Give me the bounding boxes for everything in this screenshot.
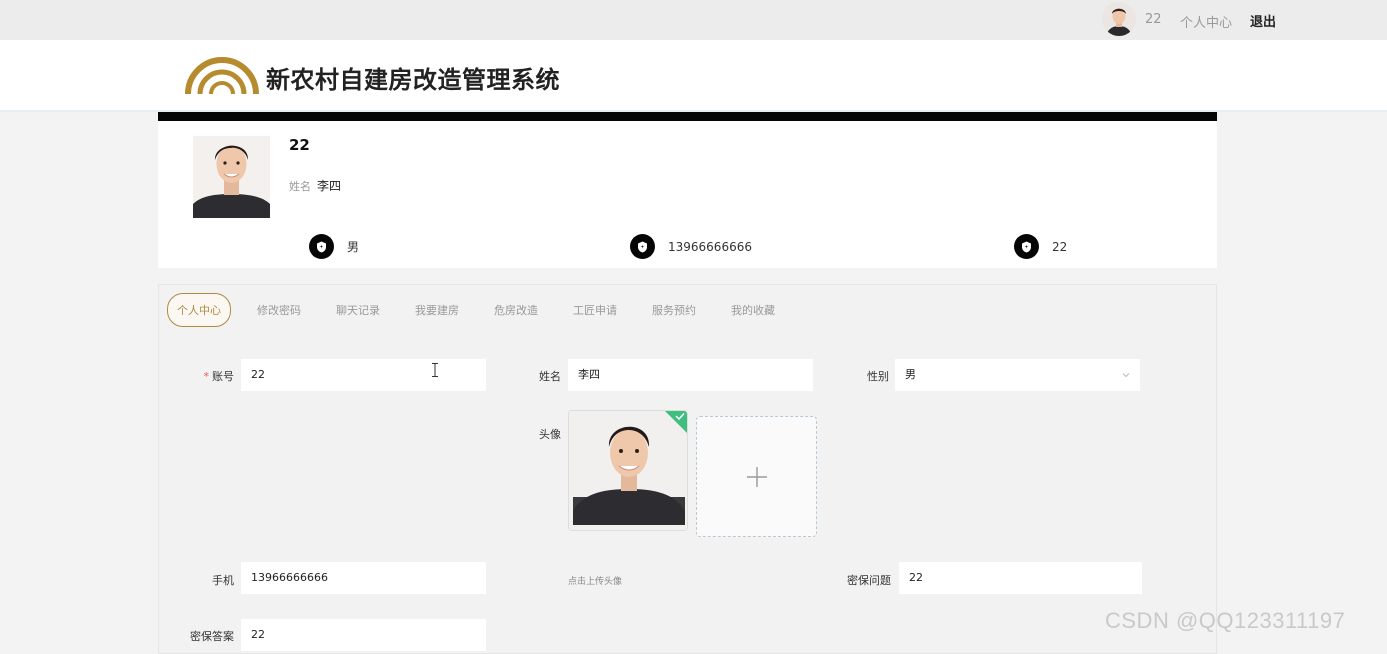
logout-button[interactable]: 退出	[1250, 11, 1276, 30]
logo-icon[interactable]	[185, 52, 259, 96]
avatar-portrait	[1102, 2, 1136, 36]
tab-dangerous-house[interactable]: 危房改造	[494, 302, 538, 318]
profile-card: 22 姓名 李四 男 13966666666 22	[158, 121, 1217, 268]
profile-phone: 13966666666	[668, 239, 752, 254]
watermark: CSDN @QQ123311197	[1105, 608, 1346, 633]
profile-banner-bar	[158, 112, 1217, 121]
plus-icon	[746, 466, 767, 487]
top-bar: 22 个人中心 退出	[0, 0, 1387, 40]
required-mark: *	[203, 370, 210, 383]
tab-personal-center[interactable]: 个人中心	[167, 293, 231, 327]
profile-realname: 李四	[317, 179, 342, 193]
gender-select[interactable]: 男	[895, 359, 1140, 391]
personal-center-panel: 个人中心 修改密码 聊天记录 我要建房 危房改造 工匠申请 服务预约 我的收藏 …	[158, 284, 1217, 654]
profile-stat-age: 22	[1014, 234, 1067, 259]
profile-stat-value: 22	[1052, 239, 1068, 254]
upload-tip: 点击上传头像	[568, 577, 623, 587]
profile-photo	[193, 136, 270, 218]
name-label: 姓名	[539, 370, 561, 383]
shield-icon	[309, 234, 334, 259]
profile-gender: 男	[347, 240, 360, 254]
chevron-down-icon	[1122, 373, 1130, 378]
tab-change-password[interactable]: 修改密码	[257, 302, 301, 318]
profile-portrait	[193, 136, 270, 218]
tab-my-favorites[interactable]: 我的收藏	[731, 302, 775, 318]
shield-icon	[630, 234, 655, 259]
tab-build-house[interactable]: 我要建房	[415, 302, 459, 318]
account-label: * 账号	[189, 368, 235, 384]
security-answer-label: 密保答案	[190, 630, 234, 643]
avatar-label: 头像	[539, 428, 561, 441]
personal-center-link[interactable]: 个人中心	[1180, 12, 1232, 31]
security-question-label: 密保问题	[847, 574, 891, 587]
upload-success-icon	[665, 411, 687, 433]
phone-label: 手机	[212, 574, 234, 587]
site-header: 新农村自建房改造管理系统	[0, 40, 1387, 112]
security-answer-input[interactable]: 22	[241, 619, 486, 651]
shield-icon	[1014, 234, 1039, 259]
tab-service-booking[interactable]: 服务预约	[652, 302, 696, 318]
topbar-username: 22	[1145, 12, 1162, 27]
user-avatar[interactable]	[1102, 2, 1136, 36]
avatar-upload-button[interactable]	[696, 416, 817, 537]
account-input[interactable]: 22	[241, 359, 486, 391]
profile-stat-phone: 13966666666	[630, 234, 752, 259]
tab-craftsman-apply[interactable]: 工匠申请	[573, 302, 617, 318]
tab-bar: 个人中心 修改密码 聊天记录 我要建房 危房改造 工匠申请 服务预约 我的收藏	[167, 293, 810, 327]
profile-stat-gender: 男	[309, 234, 359, 259]
name-input[interactable]: 李四	[568, 359, 813, 391]
phone-input[interactable]: 13966666666	[241, 562, 486, 594]
gender-label: 性别	[867, 370, 889, 383]
account-label-text: 账号	[212, 370, 234, 383]
text-cursor-icon	[432, 363, 438, 377]
profile-realname-label: 姓名	[289, 180, 311, 193]
profile-username: 22	[289, 136, 310, 154]
avatar-preview[interactable]	[568, 410, 688, 531]
tab-chat-records[interactable]: 聊天记录	[336, 302, 380, 318]
site-title: 新农村自建房改造管理系统	[266, 66, 560, 94]
gender-select-value: 男	[905, 368, 916, 381]
security-question-input[interactable]: 22	[899, 562, 1142, 594]
